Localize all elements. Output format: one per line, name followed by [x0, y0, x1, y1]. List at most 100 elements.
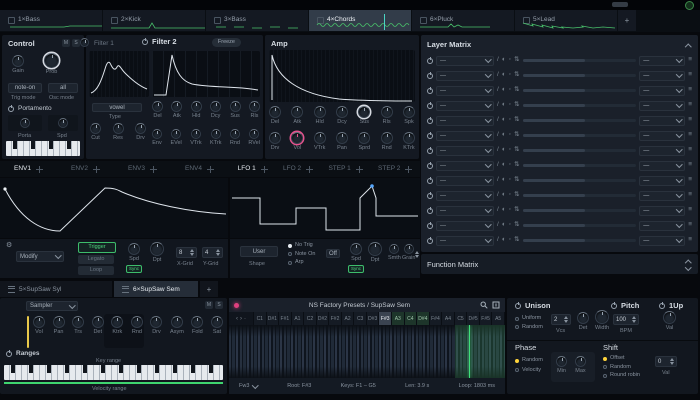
phase-max-knob[interactable] — [575, 356, 586, 367]
unison-power-icon[interactable] — [515, 303, 521, 309]
curve-shape-icon[interactable]: ◐ — [502, 117, 506, 124]
mod-target-select[interactable]: — — [639, 86, 685, 96]
mod-target-select[interactable]: — — [639, 161, 685, 171]
bipolar-icon[interactable]: ⇅ — [514, 207, 519, 214]
lfo-trig-option[interactable]: Arp — [288, 260, 315, 266]
env-speed-knob[interactable] — [128, 243, 140, 255]
filter-env-display[interactable] — [152, 51, 260, 97]
filter-mix-knob[interactable] — [80, 38, 89, 47]
mod-source-select[interactable]: --- — [436, 131, 494, 141]
solo-button[interactable]: S — [72, 39, 80, 47]
env-mode-button[interactable]: Loop — [78, 266, 114, 275]
unipolar-icon[interactable]: ◦ — [509, 222, 511, 229]
mod-source-select[interactable]: --- — [436, 221, 494, 231]
unison-random-option[interactable]: Random — [515, 325, 543, 331]
amp-env-knob[interactable] — [336, 106, 348, 118]
mod-amount-slider[interactable] — [523, 179, 637, 182]
filter-spectrum-display[interactable] — [89, 51, 149, 97]
lfo-grain-knob[interactable] — [404, 244, 414, 254]
mod-amount-slider[interactable] — [523, 74, 637, 77]
pitch-power-icon[interactable] — [611, 303, 617, 309]
filter-env-knob[interactable] — [152, 101, 163, 112]
row-power-icon[interactable] — [427, 178, 433, 184]
note-cell[interactable]: C1 — [254, 312, 267, 325]
sampler-knob[interactable] — [72, 316, 84, 328]
env-tab[interactable]: ENV4 — [185, 166, 214, 173]
search-icon[interactable] — [480, 301, 488, 309]
layer-tab-1-bass[interactable]: 1×Bass — [0, 10, 102, 31]
oneup-amount-knob[interactable] — [663, 311, 676, 324]
env-mode-button[interactable]: Trigger — [78, 242, 116, 253]
note-cell[interactable]: C4 — [405, 312, 418, 325]
mod-amount-slider[interactable] — [523, 239, 637, 242]
row-menu-icon[interactable]: ≡ — [688, 207, 692, 214]
amp-env-knob[interactable] — [314, 106, 326, 118]
amp-env-display[interactable] — [269, 50, 415, 102]
mod-target-select[interactable]: — — [639, 116, 685, 126]
bipolar-icon[interactable]: ⇅ — [514, 132, 519, 139]
drag-handle-icon[interactable] — [356, 166, 363, 173]
sampler-knob[interactable] — [191, 316, 203, 328]
row-power-icon[interactable] — [427, 223, 433, 229]
layer-tab-2-kick[interactable]: 2×Kick — [103, 10, 205, 31]
layer-tab-4-chords[interactable]: 4×Chords — [309, 10, 411, 31]
range-keyboard[interactable] — [4, 365, 223, 380]
note-cell[interactable]: F#2 — [329, 312, 342, 325]
row-menu-icon[interactable]: ≡ — [688, 147, 692, 154]
curve-shape-icon[interactable]: ◐ — [502, 72, 506, 79]
ranges-power-icon[interactable] — [6, 351, 12, 357]
phase-random-option[interactable]: Random — [515, 358, 543, 364]
filter-mod-knob[interactable] — [249, 129, 259, 139]
row-menu-icon[interactable]: ≡ — [688, 57, 692, 64]
env-tab[interactable]: ENV2 — [71, 166, 100, 173]
mod-source-select[interactable]: --- — [436, 206, 494, 216]
lfo-trig-option[interactable]: Note On — [288, 252, 315, 258]
filter-power-icon[interactable] — [142, 39, 148, 45]
mod-source-select[interactable]: --- — [436, 176, 494, 186]
sampler-knob[interactable] — [211, 316, 223, 328]
pitch-value-stepper[interactable]: 100 — [613, 314, 639, 325]
shift-random-option[interactable]: Random — [603, 365, 640, 371]
curve-linear-icon[interactable]: / — [497, 117, 499, 124]
drag-handle-icon[interactable] — [261, 166, 268, 173]
oneup-power-icon[interactable] — [659, 303, 665, 309]
row-power-icon[interactable] — [427, 58, 433, 64]
mod-source-select[interactable]: --- — [436, 146, 494, 156]
lfo-shape-select[interactable]: User — [240, 246, 278, 257]
filter-mod-knob[interactable] — [171, 129, 181, 139]
note-cell[interactable]: C2 — [304, 312, 317, 325]
drag-handle-icon[interactable] — [93, 166, 100, 173]
key-span-value[interactable]: Keys: F1 – G5 — [341, 383, 376, 389]
mod-amount-slider[interactable] — [523, 149, 637, 152]
bipolar-icon[interactable]: ⇅ — [514, 147, 519, 154]
curve-linear-icon[interactable]: / — [497, 147, 499, 154]
sampler-knob[interactable] — [111, 316, 123, 328]
mod-amount-slider[interactable] — [523, 104, 637, 107]
curve-shape-icon[interactable]: ◐ — [502, 222, 506, 229]
curve-shape-icon[interactable]: ◐ — [502, 207, 506, 214]
row-power-icon[interactable] — [427, 118, 433, 124]
env-tab[interactable]: ENV1 — [14, 166, 43, 173]
amp-out-knob[interactable] — [291, 132, 303, 144]
row-power-icon[interactable] — [427, 208, 433, 214]
row-menu-icon[interactable]: ≡ — [688, 222, 692, 229]
add-osc-button[interactable]: + — [200, 281, 218, 297]
row-menu-icon[interactable]: ≡ — [688, 132, 692, 139]
shift-offset-option[interactable]: Offset — [603, 356, 640, 362]
mod-source-select[interactable]: --- — [436, 161, 494, 171]
bipolar-icon[interactable]: ⇅ — [514, 102, 519, 109]
osc-tab-6[interactable]: 6×SupSaw Sem — [114, 281, 198, 297]
collapse-icon[interactable] — [685, 44, 691, 50]
curve-linear-icon[interactable]: / — [497, 57, 499, 64]
note-cell[interactable]: A4 — [442, 312, 455, 325]
mod-target-select[interactable]: — — [639, 176, 685, 186]
unipolar-icon[interactable]: ◦ — [509, 87, 511, 94]
amp-env-knob[interactable] — [381, 106, 393, 118]
sample-file-select[interactable]: Fw3 — [239, 383, 258, 389]
unipolar-icon[interactable]: ◦ — [509, 192, 511, 199]
lfo-tab[interactable]: LFO 2 — [283, 166, 313, 173]
lfo-tab[interactable]: LFO 1 — [238, 166, 268, 173]
osc-tab-5[interactable]: 5×SupSaw Syl — [0, 281, 112, 297]
note-cell[interactable]: F#4 — [430, 312, 443, 325]
filter-env-knob[interactable] — [210, 101, 221, 112]
